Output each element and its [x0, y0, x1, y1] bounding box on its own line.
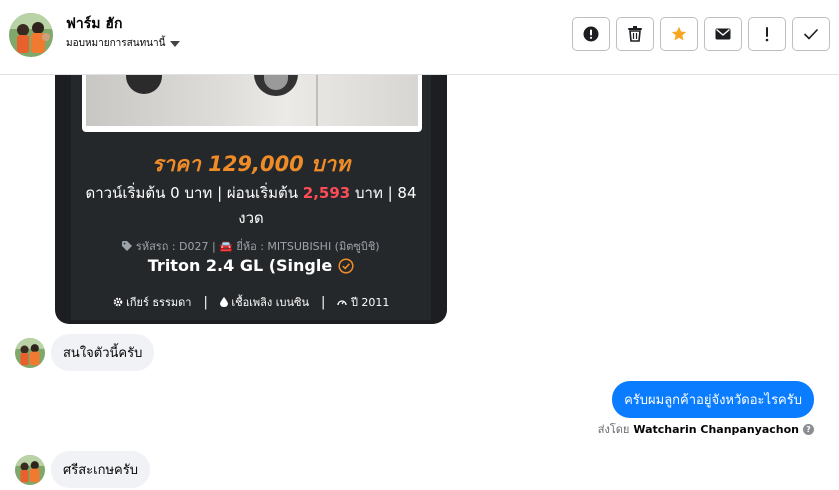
star-button[interactable]: [660, 17, 698, 51]
message-bubble-outgoing[interactable]: ครับผมลูกค้าอยู่จังหวัดอะไรครับ: [612, 381, 814, 418]
product-card[interactable]: ราคา 129,000 บาท ดาวน์เริ่มต้น 0 บาท | ผ…: [55, 40, 447, 324]
car-price: ราคา 129,000 บาท: [151, 152, 351, 176]
verified-check-icon: [338, 257, 354, 274]
car-specs: เกียร์ ธรรมดา | เชื้อเพลิง เบนซิน | ปี 2…: [71, 293, 431, 311]
exclamation-circle-icon: [583, 26, 599, 42]
car-model: Triton 2.4 GL (Single: [71, 256, 431, 275]
contact-avatar[interactable]: [9, 13, 53, 57]
fuel-spec: เชื้อเพลิง เบนซิน: [219, 293, 309, 311]
star-icon: [671, 26, 687, 41]
down-payment-text: ดาวน์เริ่มต้น 0 บาท | ผ่อนเริ่มต้น 2,593…: [85, 184, 417, 227]
product-card-body: ราคา 129,000 บาท ดาวน์เริ่มต้น 0 บาท | ผ…: [71, 40, 431, 320]
message-bubble-incoming[interactable]: ศรีสะเกษครับ: [51, 451, 150, 488]
delete-button[interactable]: [616, 17, 654, 51]
installment-amount: 2,593: [302, 184, 351, 202]
chevron-down-icon: [170, 40, 181, 47]
gauge-icon: [337, 300, 348, 306]
spam-button[interactable]: [572, 17, 610, 51]
sender-name: Watcharin Chanpanyachon: [633, 422, 799, 436]
message-bubble-incoming[interactable]: สนใจตัวนี้ครับ: [51, 334, 155, 371]
car-meta: รหัสรถ : D027 | 🚘 ยี่ห้อ : MITSUBISHI (ม…: [71, 237, 431, 255]
year-spec: ปี 2011: [337, 293, 389, 311]
sender-avatar[interactable]: [15, 338, 45, 368]
gear-spec: เกียร์ ธรรมดา: [113, 293, 191, 311]
done-button[interactable]: [792, 17, 830, 51]
check-icon: [803, 28, 819, 40]
header-actions: [572, 17, 830, 51]
sent-by-label: ส่งโดย Watcharin Chanpanyachon ?: [598, 420, 814, 438]
tag-icon: [122, 241, 133, 251]
mark-unread-button[interactable]: [704, 17, 742, 51]
envelope-icon: [715, 28, 731, 40]
sender-avatar[interactable]: [15, 455, 45, 485]
fuel-drop-icon: [219, 297, 228, 307]
contact-name: ฟาร์ม ฮัก: [66, 16, 123, 32]
conversation-header: ฟาร์ม ฮัก มอบหมายการสนทนานี้: [0, 0, 839, 75]
gear-icon: [113, 297, 122, 307]
exclamation-icon: [765, 27, 769, 42]
assign-conversation-dropdown[interactable]: มอบหมายการสนทนานี้: [66, 36, 181, 51]
assign-label: มอบหมายการสนทนานี้: [66, 38, 166, 49]
follow-up-button[interactable]: [748, 17, 786, 51]
help-icon[interactable]: ?: [803, 423, 814, 435]
trash-icon: [628, 26, 642, 42]
